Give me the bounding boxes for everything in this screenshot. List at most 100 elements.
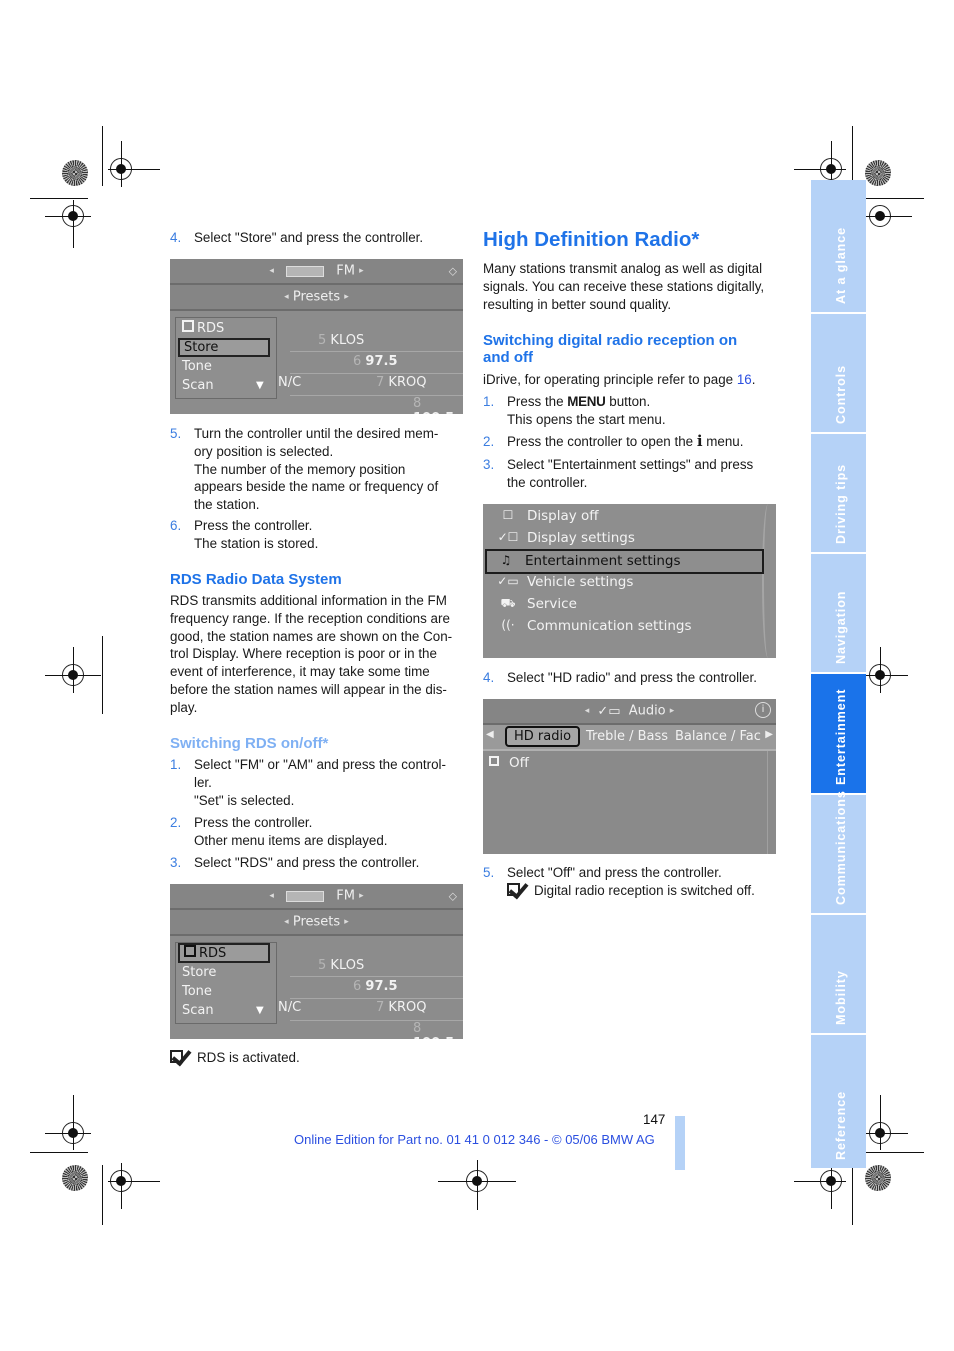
start-menu-screen: ☐ Display off ✓☐ Display settings ♫ Enterta…: [483, 504, 776, 658]
crop-mark: [108, 169, 160, 170]
checkbox-icon: [184, 945, 196, 957]
crop-mark: [102, 126, 103, 186]
page-marker: [675, 1116, 685, 1170]
page-link[interactable]: 16: [737, 372, 752, 387]
crop-mark: [102, 1165, 103, 1225]
nav-controller-icon: ⬦: [448, 264, 457, 278]
tab-label: Entertainment: [833, 688, 848, 785]
station-partial: N/C: [278, 1000, 302, 1015]
tab-label: At a glance: [833, 226, 848, 304]
source-bar: ◂ FM ▸ ⬦: [170, 259, 463, 285]
scroll-down-icon: ▼: [256, 380, 264, 391]
menu-item-vehicle-settings[interactable]: ✓▭ Vehicle settings: [489, 572, 762, 593]
step-number: 5.: [170, 426, 182, 441]
step-number: 3.: [170, 855, 182, 870]
menu-button-icon: MENU: [567, 394, 606, 409]
tab-label: Reference: [833, 1090, 848, 1160]
presets-bar: ◂ Presets ▸: [170, 910, 463, 936]
tab-hd-radio[interactable]: HD radio: [505, 726, 581, 747]
crop-mark: [862, 1133, 908, 1134]
step-number: 1.: [483, 394, 495, 409]
hd-step-5: 5. Select "Off" and press the controller…: [483, 865, 755, 898]
popup-item-tone[interactable]: Tone: [182, 359, 212, 374]
station-7: 7 KROQ: [376, 375, 427, 390]
station-8: 8 100.5: [413, 1021, 454, 1039]
presets-bar: ◂ Presets ▸: [170, 285, 463, 311]
step-number: 1.: [170, 757, 182, 772]
step-text: The number of the memory position: [194, 461, 406, 477]
tab-treble-bass[interactable]: Treble / Bass: [586, 729, 668, 744]
tab-label: Controls: [833, 365, 848, 424]
step-4-store: 4. Select "Store" and press the controll…: [170, 229, 470, 247]
crop-mark: [121, 1163, 122, 1209]
crop-mark: [73, 200, 74, 248]
station-partial: N/C: [278, 375, 302, 390]
radio-icon: [286, 890, 325, 902]
crop-mark: [108, 1181, 160, 1182]
menu-item-communication-settings[interactable]: ((· Communication settings: [489, 616, 762, 637]
tab-label: Navigation: [833, 590, 848, 664]
hd-step-2: 2. Press the controller to open the i me…: [483, 432, 744, 450]
crop-mark: [30, 198, 88, 199]
step-number: 3.: [483, 457, 495, 472]
edition-footer: Online Edition for Part no. 01 41 0 012 …: [294, 1132, 655, 1147]
popup-item-rds[interactable]: RDS: [178, 943, 270, 963]
menu-item-display-settings[interactable]: ✓☐ Display settings: [489, 528, 762, 549]
station-5: 5 KLOS: [318, 333, 365, 348]
hd-step-4: 4. Select "HD radio" and press the contr…: [483, 670, 757, 685]
menu-item-service[interactable]: ⛟ Service: [489, 594, 762, 615]
step-number: 2.: [170, 815, 182, 830]
step-text: appears beside the name or frequency of: [194, 479, 439, 495]
tab-mobility[interactable]: Mobility: [811, 915, 866, 1033]
tab-at-a-glance[interactable]: At a glance: [811, 180, 866, 312]
crop-mark: [880, 647, 881, 693]
popup-item-store[interactable]: Store: [178, 338, 270, 357]
tab-balance-fader[interactable]: Balance / Fac: [675, 729, 761, 744]
crop-mark: [121, 141, 122, 187]
step-text: Turn the controller until the desired me…: [194, 426, 439, 441]
tab-driving-tips[interactable]: Driving tips: [811, 434, 866, 552]
audio-screen: ◂ ✓▭ Audio ▸ i ◀ HD radio Treble / Bass …: [483, 699, 776, 854]
result-text: RDS is activated.: [197, 1050, 300, 1065]
popup-item-tone[interactable]: Tone: [182, 984, 212, 999]
crop-mark: [477, 1160, 478, 1210]
tab-navigation[interactable]: Navigation: [811, 554, 866, 672]
radio-screen-store: ◂ FM ▸ ⬦ ◂ Presets ▸ 5 KLOS 6 97.5 N/C 7…: [170, 259, 463, 414]
tab-label: Communications: [833, 790, 848, 905]
tab-label: Mobility: [833, 970, 848, 1025]
tab-communications[interactable]: Communications: [811, 790, 866, 913]
communication-icon: ((·: [501, 618, 515, 632]
popup-item-scan[interactable]: Scan: [182, 378, 214, 393]
tab-entertainment[interactable]: Entertainment: [811, 674, 866, 793]
tab-reference[interactable]: Reference: [811, 1035, 866, 1168]
rds-body: RDS transmits additional information in …: [170, 593, 453, 715]
rds-step-1: 1. Select "FM" or "AM" and press the con…: [170, 757, 446, 808]
station-6: 6 97.5: [353, 354, 398, 369]
crop-mark: [794, 169, 846, 170]
popup-item-store[interactable]: Store: [182, 965, 216, 980]
step-text: ory position is selected.: [194, 443, 334, 459]
color-rosette-icon: [865, 1165, 891, 1191]
station-7: 7 KROQ: [376, 1000, 427, 1015]
crop-mark: [831, 1163, 832, 1209]
menu-item-entertainment-settings[interactable]: ♫ Entertainment settings: [485, 549, 764, 574]
rds-heading: RDS Radio Data System: [170, 571, 342, 588]
tab-scroll-right-icon[interactable]: ▶: [765, 729, 773, 740]
scroll-track: [767, 751, 774, 854]
tab-scroll-left-icon[interactable]: ◀: [486, 729, 494, 740]
popup-item-scan[interactable]: Scan: [182, 1003, 214, 1018]
option-off[interactable]: Off: [489, 755, 529, 771]
step-text: Select "Store" and press the controller.: [194, 230, 424, 245]
nav-controller-icon: ⬦: [448, 889, 457, 903]
display-off-icon: ☐: [502, 508, 514, 522]
rds-step-3: 3. Select "RDS" and press the controller…: [170, 855, 420, 870]
crop-mark: [45, 216, 91, 217]
color-rosette-icon: [865, 160, 891, 186]
popup-item-rds[interactable]: RDS: [182, 320, 224, 336]
color-rosette-icon: [62, 1165, 88, 1191]
audio-title-bar: ◂ ✓▭ Audio ▸ i: [483, 699, 776, 725]
menu-item-display-off[interactable]: ☐ Display off: [489, 506, 762, 527]
tab-controls[interactable]: Controls: [811, 314, 866, 432]
checkbox-icon: [182, 320, 194, 332]
hd-step-1: 1. Press the MENU button. This opens the…: [483, 394, 666, 427]
